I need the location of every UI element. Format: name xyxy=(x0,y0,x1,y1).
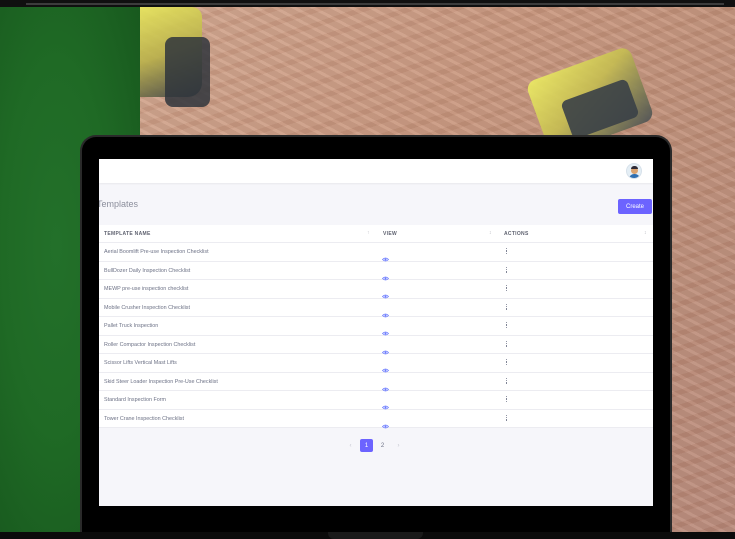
avatar[interactable] xyxy=(626,163,642,179)
template-name-link[interactable]: Mobile Crusher Inspection Checklist xyxy=(104,305,190,311)
eye-icon[interactable] xyxy=(381,305,390,317)
prev-page-button[interactable]: ‹ xyxy=(344,439,357,452)
machine-left-body xyxy=(165,37,210,107)
create-button[interactable]: Create xyxy=(618,199,652,214)
table-body: Aerial Boomlift Pre-use Inspection Check… xyxy=(99,243,653,428)
template-name-link[interactable]: Scissor Lifts Vertical Mast Lifts xyxy=(104,360,177,366)
kebab-icon[interactable] xyxy=(506,359,508,366)
kebab-icon[interactable] xyxy=(506,303,508,311)
table-row: Standard Inspection Form xyxy=(99,391,653,410)
eye-icon[interactable] xyxy=(381,286,390,299)
eye-icon[interactable] xyxy=(381,249,390,262)
avatar-hair xyxy=(631,166,638,169)
table-row: Roller Compactor Inspection Checklist xyxy=(99,336,653,354)
template-name-link[interactable]: Standard Inspection Form xyxy=(104,397,166,403)
eye-icon[interactable] xyxy=(381,323,390,336)
template-name-link[interactable]: Skid Steer Loader Inspection Pre-Use Che… xyxy=(104,379,218,385)
table-header: TEMPLATE NAME ↑ VIEW ↕ ACTIONS ↕ xyxy=(99,225,653,243)
table-row: MEWP pre-use inspection checklist xyxy=(99,280,653,299)
sort-icon[interactable]: ↑ xyxy=(367,230,370,236)
kebab-icon[interactable] xyxy=(506,285,508,292)
table-row: Mobile Crusher Inspection Checklist xyxy=(99,299,653,317)
table-row: BullDozer Daily Inspection Checklist xyxy=(99,262,653,280)
header-actions: ACTIONS xyxy=(504,231,529,237)
kebab-icon[interactable] xyxy=(506,377,508,385)
kebab-icon[interactable] xyxy=(506,414,508,422)
top-frame xyxy=(0,0,735,7)
avatar-body xyxy=(629,174,640,178)
next-page-button[interactable]: › xyxy=(392,439,405,452)
header-view: VIEW xyxy=(383,231,397,237)
template-name-link[interactable]: Roller Compactor Inspection Checklist xyxy=(104,342,195,348)
page-2-button[interactable]: 2 xyxy=(376,439,389,452)
table-row: Scissor Lifts Vertical Mast Lifts xyxy=(99,354,653,373)
template-name-link[interactable]: BullDozer Daily Inspection Checklist xyxy=(104,268,190,274)
eye-icon[interactable] xyxy=(381,268,390,280)
template-name-link[interactable]: Pallet Truck Inspection xyxy=(104,323,158,329)
laptop-notch xyxy=(328,532,423,539)
kebab-icon[interactable] xyxy=(506,340,508,348)
page-title: Templates xyxy=(99,199,139,209)
sort-icon[interactable]: ↕ xyxy=(489,230,492,236)
table-row: Skid Steer Loader Inspection Pre-Use Che… xyxy=(99,373,653,391)
sort-icon[interactable]: ↕ xyxy=(644,230,647,236)
top-frame-line xyxy=(26,3,724,5)
template-name-link[interactable]: Aerial Boomlift Pre-use Inspection Check… xyxy=(104,249,209,255)
kebab-icon[interactable] xyxy=(506,322,508,329)
eye-icon[interactable] xyxy=(381,397,390,410)
eye-icon[interactable] xyxy=(381,379,390,391)
template-name-link[interactable]: MEWP pre-use inspection checklist xyxy=(104,286,188,292)
kebab-icon[interactable] xyxy=(506,396,508,403)
table-row: Aerial Boomlift Pre-use Inspection Check… xyxy=(99,243,653,262)
template-name-link[interactable]: Tower Crane Inspection Checklist xyxy=(104,416,184,422)
app-header xyxy=(99,159,653,183)
kebab-icon[interactable] xyxy=(506,248,508,255)
kebab-icon[interactable] xyxy=(506,266,508,274)
app-screen: Templates Create TEMPLATE NAME ↑ VIEW ↕ … xyxy=(99,159,653,506)
page-1-button[interactable]: 1 xyxy=(360,439,373,452)
eye-icon[interactable] xyxy=(381,342,390,354)
table-row: Pallet Truck Inspection xyxy=(99,317,653,336)
header-template-name[interactable]: TEMPLATE NAME xyxy=(104,231,151,237)
templates-table: TEMPLATE NAME ↑ VIEW ↕ ACTIONS ↕ Aerial … xyxy=(99,225,653,428)
eye-icon[interactable] xyxy=(381,360,390,373)
table-row: Tower Crane Inspection Checklist xyxy=(99,410,653,428)
eye-icon[interactable] xyxy=(381,416,390,428)
pagination: ‹ 1 2 › xyxy=(344,439,405,454)
